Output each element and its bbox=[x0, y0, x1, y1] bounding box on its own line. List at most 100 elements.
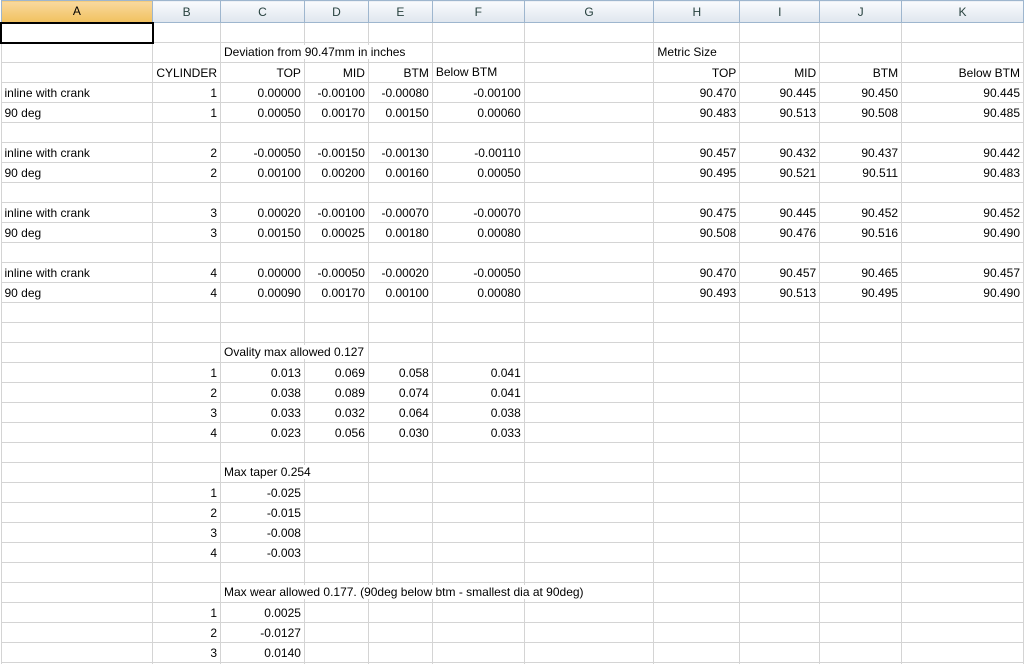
cell-k21[interactable] bbox=[901, 422, 1024, 443]
cell-h16[interactable] bbox=[653, 322, 741, 343]
cell-b30[interactable]: 1 bbox=[152, 602, 222, 623]
cell-e10[interactable]: -0.00070 bbox=[367, 202, 433, 223]
cell-i12[interactable] bbox=[739, 242, 821, 263]
cell-a15[interactable] bbox=[0, 302, 154, 323]
cell-e24[interactable] bbox=[367, 482, 433, 503]
cell-j5[interactable]: 90.508 bbox=[819, 102, 903, 123]
cell-f13[interactable]: -0.00050 bbox=[431, 262, 525, 283]
cell-h15[interactable] bbox=[653, 302, 741, 323]
cell-j15[interactable] bbox=[819, 302, 903, 323]
cell-g31[interactable] bbox=[523, 622, 655, 643]
column-header-h[interactable]: H bbox=[653, 0, 741, 23]
cell-f28[interactable] bbox=[431, 562, 525, 583]
cell-b9[interactable] bbox=[152, 182, 222, 203]
cell-a31[interactable] bbox=[0, 622, 154, 643]
cell-c18[interactable]: 0.013 bbox=[220, 362, 305, 383]
cell-g16[interactable] bbox=[523, 322, 655, 343]
cell-c6[interactable] bbox=[220, 122, 305, 143]
cell-e13[interactable]: -0.00020 bbox=[367, 262, 433, 283]
cell-c2[interactable]: Deviation from 90.47mm in inches bbox=[220, 42, 406, 63]
cell-g22[interactable] bbox=[523, 442, 655, 463]
cell-b31[interactable]: 2 bbox=[152, 622, 222, 643]
cell-b5[interactable]: 1 bbox=[152, 102, 222, 123]
cell-k32[interactable] bbox=[901, 642, 1024, 663]
cell-e7[interactable]: -0.00130 bbox=[367, 142, 433, 163]
cell-i18[interactable] bbox=[739, 362, 821, 383]
cell-i28[interactable] bbox=[739, 562, 821, 583]
cell-b14[interactable]: 4 bbox=[152, 282, 222, 303]
cell-i23[interactable] bbox=[739, 462, 821, 483]
cell-h21[interactable] bbox=[653, 422, 741, 443]
cell-h30[interactable] bbox=[653, 602, 741, 623]
cell-k24[interactable] bbox=[901, 482, 1024, 503]
cell-e28[interactable] bbox=[367, 562, 433, 583]
cell-h28[interactable] bbox=[653, 562, 741, 583]
cell-d16[interactable] bbox=[303, 322, 369, 343]
cell-i21[interactable] bbox=[739, 422, 821, 443]
cell-g15[interactable] bbox=[523, 302, 655, 323]
cell-f15[interactable] bbox=[431, 302, 525, 323]
cell-k14[interactable]: 90.490 bbox=[901, 282, 1024, 303]
cell-j25[interactable] bbox=[819, 502, 903, 523]
cell-e12[interactable] bbox=[367, 242, 433, 263]
column-header-a[interactable]: A bbox=[0, 0, 154, 23]
cell-e22[interactable] bbox=[367, 442, 433, 463]
cell-f11[interactable]: 0.00080 bbox=[431, 222, 525, 243]
cell-f1[interactable] bbox=[431, 22, 525, 43]
cell-e9[interactable] bbox=[367, 182, 433, 203]
cell-b16[interactable] bbox=[152, 322, 222, 343]
cell-j13[interactable]: 90.465 bbox=[819, 262, 903, 283]
cell-k11[interactable]: 90.490 bbox=[901, 222, 1024, 243]
cell-b8[interactable]: 2 bbox=[152, 162, 222, 183]
cell-g25[interactable] bbox=[523, 502, 655, 523]
cell-f26[interactable] bbox=[431, 522, 525, 543]
cell-a32[interactable] bbox=[0, 642, 154, 663]
cell-i22[interactable] bbox=[739, 442, 821, 463]
cell-e25[interactable] bbox=[367, 502, 433, 523]
cell-h4[interactable]: 90.470 bbox=[653, 82, 741, 103]
cell-e5[interactable]: 0.00150 bbox=[367, 102, 433, 123]
cell-k30[interactable] bbox=[901, 602, 1024, 623]
cell-h11[interactable]: 90.508 bbox=[653, 222, 741, 243]
cell-d7[interactable]: -0.00150 bbox=[303, 142, 369, 163]
cell-i6[interactable] bbox=[739, 122, 821, 143]
cell-f3[interactable]: Below BTM bbox=[431, 62, 525, 83]
cell-e14[interactable]: 0.00100 bbox=[367, 282, 433, 303]
cell-i9[interactable] bbox=[739, 182, 821, 203]
cell-a2[interactable] bbox=[0, 42, 154, 63]
cell-k18[interactable] bbox=[901, 362, 1024, 383]
cell-k4[interactable]: 90.445 bbox=[901, 82, 1024, 103]
cell-h8[interactable]: 90.495 bbox=[653, 162, 741, 183]
cell-i2[interactable] bbox=[739, 42, 821, 63]
cell-a8[interactable]: 90 deg bbox=[0, 162, 154, 183]
cell-f22[interactable] bbox=[431, 442, 525, 463]
cell-g30[interactable] bbox=[523, 602, 655, 623]
cell-k7[interactable]: 90.442 bbox=[901, 142, 1024, 163]
cell-j17[interactable] bbox=[819, 342, 903, 363]
cell-g9[interactable] bbox=[523, 182, 655, 203]
cell-g20[interactable] bbox=[523, 402, 655, 423]
cell-b27[interactable]: 4 bbox=[152, 542, 222, 563]
cell-e31[interactable] bbox=[367, 622, 433, 643]
cell-g24[interactable] bbox=[523, 482, 655, 503]
cell-d26[interactable] bbox=[303, 522, 369, 543]
cell-h19[interactable] bbox=[653, 382, 741, 403]
cell-d11[interactable]: 0.00025 bbox=[303, 222, 369, 243]
cell-d18[interactable]: 0.069 bbox=[303, 362, 369, 383]
cell-g28[interactable] bbox=[523, 562, 655, 583]
cell-h2[interactable]: Metric Size bbox=[653, 42, 741, 63]
cell-j28[interactable] bbox=[819, 562, 903, 583]
cell-i15[interactable] bbox=[739, 302, 821, 323]
cell-a11[interactable]: 90 deg bbox=[0, 222, 154, 243]
cell-h32[interactable] bbox=[653, 642, 741, 663]
cell-f30[interactable] bbox=[431, 602, 525, 623]
cell-j3[interactable]: BTM bbox=[819, 62, 903, 83]
cell-a29[interactable] bbox=[0, 582, 154, 603]
cell-k10[interactable]: 90.452 bbox=[901, 202, 1024, 223]
cell-f18[interactable]: 0.041 bbox=[431, 362, 525, 383]
cell-c25[interactable]: -0.015 bbox=[220, 502, 305, 523]
cell-a20[interactable] bbox=[0, 402, 154, 423]
cell-f21[interactable]: 0.033 bbox=[431, 422, 525, 443]
cell-j10[interactable]: 90.452 bbox=[819, 202, 903, 223]
cell-h22[interactable] bbox=[653, 442, 741, 463]
